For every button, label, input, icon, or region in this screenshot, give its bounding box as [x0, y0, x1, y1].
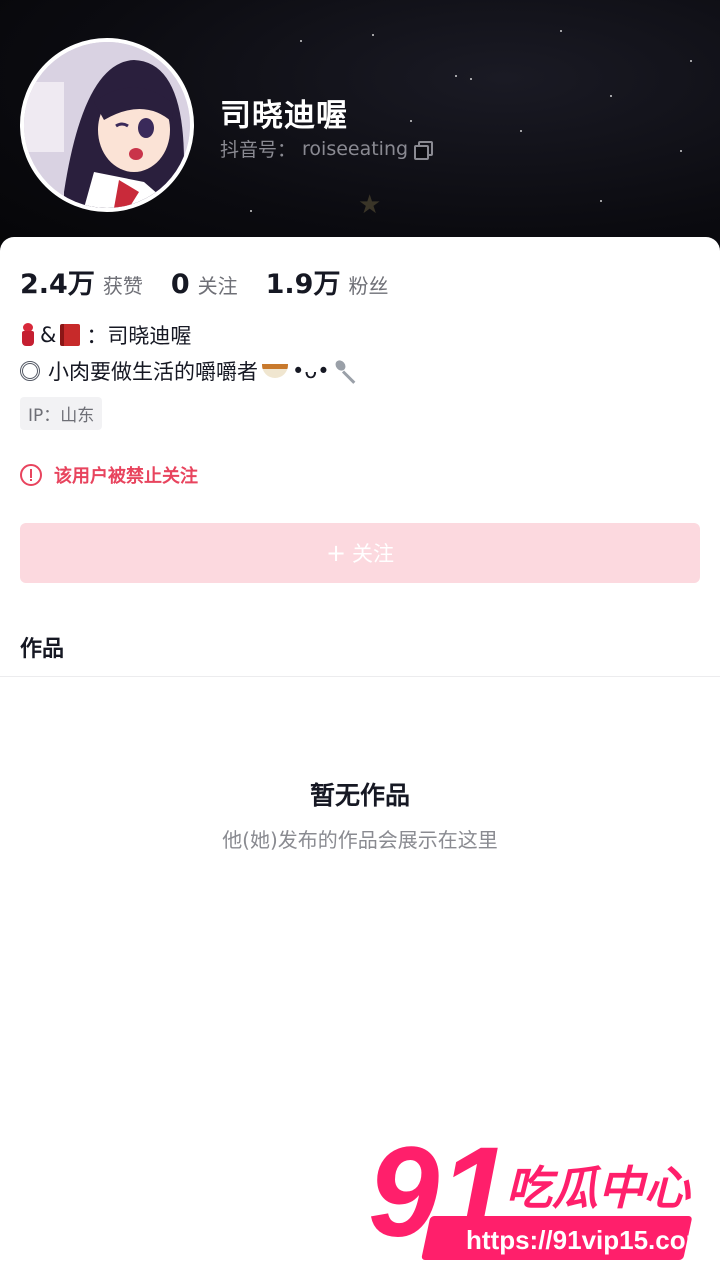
account-label: 抖音号：	[220, 139, 297, 161]
stat-label: 粉丝	[348, 274, 389, 298]
follow-button[interactable]: + 关注	[20, 523, 700, 583]
bio-line-2: 小肉要做生活的嚼嚼者 •ᴗ•	[20, 356, 360, 386]
star-decoration	[470, 78, 472, 80]
ip-location-tag: IP：山东	[20, 397, 103, 430]
scarf-icon	[20, 323, 36, 347]
stat-likes[interactable]: 2.4万 获赞	[20, 262, 143, 301]
stat-followers[interactable]: 1.9万 粉丝	[266, 262, 389, 301]
star-decoration	[455, 75, 457, 77]
warning-text: 该用户被禁止关注	[54, 466, 198, 487]
logo-text: 吃瓜中心	[506, 1161, 692, 1215]
star-decoration	[410, 120, 412, 122]
empty-state-title: 暂无作品	[309, 781, 410, 810]
follow-button-label: 关注	[352, 542, 395, 566]
stat-label: 获赞	[102, 274, 143, 298]
copy-icon[interactable]	[414, 140, 434, 160]
star-decoration	[690, 60, 692, 62]
avatar-image	[24, 42, 190, 208]
divider	[0, 676, 720, 677]
account-id: roiseeating	[302, 137, 409, 160]
book-icon	[60, 324, 81, 346]
empty-state-subtitle: 他(她)发布的作品会展示在这里	[222, 828, 498, 852]
watermark-logo: 91 吃瓜中心 https://91vip15.com	[368, 1121, 716, 1268]
star-decoration	[560, 30, 562, 32]
star-decoration	[680, 150, 682, 152]
bio-face: •ᴗ•	[292, 359, 330, 383]
stat-value: 1.9万	[265, 269, 341, 300]
stat-value: 2.4万	[20, 269, 95, 300]
account-id-row[interactable]: 抖音号： roiseeating	[220, 135, 434, 162]
star-icon: ★	[358, 190, 382, 220]
alert-icon	[20, 464, 42, 486]
star-decoration	[600, 200, 602, 202]
bio-text: ：司晓迪喔	[86, 324, 192, 348]
follow-ban-warning: 该用户被禁止关注	[20, 462, 198, 488]
stats-row: 2.4万 获赞 0 关注 1.9万 粉丝	[20, 262, 416, 301]
star-decoration	[300, 40, 302, 42]
star-decoration	[372, 34, 374, 36]
watermark-graphic: 91 吃瓜中心 https://91vip15.com	[368, 1121, 709, 1264]
stat-value: 0	[170, 269, 190, 300]
logo-url: https://91vip15.com	[466, 1225, 709, 1255]
bio-text: 小肉要做生活的嚼嚼者	[48, 360, 258, 384]
tab-works[interactable]: 作品	[20, 631, 64, 663]
bio-amp: &	[40, 323, 57, 347]
bowl-icon	[262, 364, 288, 378]
swirl-icon	[20, 361, 40, 381]
stat-label: 关注	[197, 274, 238, 298]
avatar[interactable]	[20, 38, 194, 212]
username: 司晓迪喔	[220, 98, 348, 134]
star-decoration	[520, 130, 522, 132]
spoon-icon	[334, 358, 360, 384]
plus-icon: +	[325, 539, 347, 567]
star-decoration	[250, 210, 252, 212]
bio-line-1: & ：司晓迪喔	[20, 320, 191, 350]
stat-following[interactable]: 0 关注	[171, 269, 238, 300]
star-decoration	[610, 95, 612, 97]
profile-header: ★ 司晓迪喔 抖音号： roiseeating	[0, 0, 720, 260]
